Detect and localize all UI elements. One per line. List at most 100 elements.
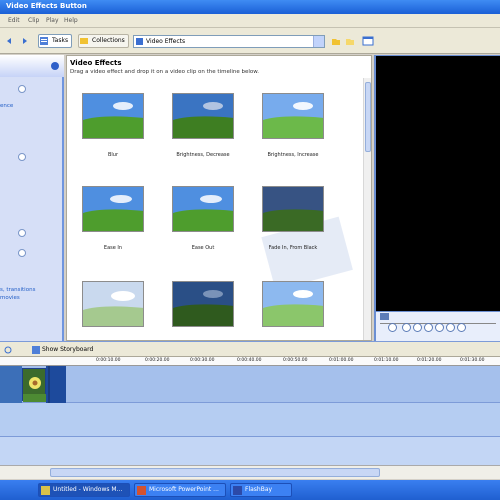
zoom-icon[interactable] [4, 346, 12, 354]
show-storyboard-button[interactable]: Show Storyboard [42, 346, 93, 353]
collapse-icon[interactable] [51, 62, 59, 70]
effect-label: Ease In [103, 245, 123, 251]
taskbar-item-label: Untitled - Windows M... [53, 486, 123, 493]
collections-icon [80, 38, 88, 44]
bliss-landscape-image [173, 94, 233, 138]
flashbay-icon [233, 486, 242, 495]
video-effects-icon [136, 38, 143, 45]
storyboard-icon [32, 346, 40, 354]
tasks-icon [40, 37, 48, 45]
effect-thumbnail[interactable] [262, 281, 324, 327]
chevron-down-icon[interactable] [313, 36, 324, 47]
menu-edit[interactable]: Edit [8, 17, 20, 24]
up-folder-icon[interactable] [330, 35, 342, 47]
ruler-tick: 0:01:00.00 [329, 358, 354, 363]
next-frame-button[interactable] [424, 323, 433, 332]
new-folder-icon[interactable] [344, 35, 356, 47]
redo-icon[interactable] [18, 35, 30, 47]
audio-track[interactable] [0, 403, 500, 437]
menu-bar: Edit Clip Play Help [0, 14, 500, 28]
expand-icon[interactable] [18, 229, 26, 237]
preview-screen [376, 56, 500, 311]
ruler-tick: 0:00:30.00 [190, 358, 215, 363]
fullscreen-button[interactable] [457, 323, 466, 332]
ruler-tick: 0:00:20.00 [145, 358, 170, 363]
powerpoint-icon [137, 486, 146, 495]
bliss-landscape-image [263, 282, 323, 326]
effect-thumbnail[interactable] [262, 186, 324, 232]
location-value: Video Effects [146, 38, 186, 45]
timeline-scrollbar[interactable] [0, 465, 500, 479]
pane-title: Video Effects [70, 59, 122, 67]
title-bar: Video Effects Button [0, 0, 500, 14]
stop-button[interactable] [402, 323, 411, 332]
pane-subtitle: Drag a video effect and drop it on a vid… [70, 69, 260, 75]
menu-play[interactable]: Play [46, 17, 59, 24]
timeline-ruler: 0:00:10.00 0:00:20.00 0:00:30.00 0:00:40… [0, 357, 500, 366]
scrollbar-thumb[interactable] [50, 468, 380, 477]
effect-thumbnail[interactable] [262, 93, 324, 139]
taskbar-item-flashbay[interactable]: FlashBay [230, 483, 292, 497]
location-combo[interactable]: Video Effects [133, 35, 325, 48]
bliss-landscape-image [83, 94, 143, 138]
playback-controls [376, 312, 500, 341]
bliss-landscape-image [173, 282, 233, 326]
task-pane-header [0, 55, 64, 77]
effect-thumbnail[interactable] [172, 281, 234, 327]
ruler-tick: 0:01:20.00 [417, 358, 442, 363]
task-link-transitions[interactable]: s, transitions [0, 287, 35, 293]
effect-label: Blur [107, 152, 119, 158]
bliss-landscape-image [173, 187, 233, 231]
video-track[interactable] [0, 366, 500, 466]
taskbar: Untitled - Windows M... Microsoft PowerP… [0, 480, 500, 500]
window-title: Video Effects Button [6, 2, 87, 10]
previous-frame-button[interactable] [413, 323, 422, 332]
ruler-tick: 0:01:30.00 [460, 358, 485, 363]
expand-icon[interactable] [18, 153, 26, 161]
taskbar-item-powerpoint[interactable]: Microsoft PowerPoint ... [134, 483, 226, 497]
taskbar-item-movie-maker[interactable]: Untitled - Windows M... [38, 483, 130, 497]
clip-thumbnail[interactable] [0, 366, 22, 403]
menu-clip[interactable]: Clip [28, 17, 39, 24]
effect-label: Brightness, Increase [267, 152, 319, 158]
task-pane: ence s, transitions movies [0, 55, 64, 341]
movie-maker-icon [41, 486, 50, 495]
play-button[interactable] [388, 323, 397, 332]
task-link-movies[interactable]: movies [0, 295, 20, 301]
effect-thumbnail[interactable] [82, 186, 144, 232]
effect-label: Brightness, Decrease [176, 152, 230, 158]
task-link-reference[interactable]: ence [0, 103, 13, 109]
preview-monitor [374, 55, 500, 341]
undo-icon[interactable] [4, 35, 16, 47]
effect-thumbnail[interactable] [172, 93, 234, 139]
effect-thumbnail[interactable] [172, 186, 234, 232]
taskbar-item-label: Microsoft PowerPoint ... [149, 486, 219, 493]
clip-thumbnail[interactable] [22, 368, 47, 402]
task-pane-body: ence s, transitions movies [0, 77, 62, 341]
effect-thumbnail[interactable] [82, 93, 144, 139]
effect-label: Ease Out [191, 245, 215, 251]
timeline-toolbar: Show Storyboard [0, 341, 500, 357]
expand-icon[interactable] [18, 249, 26, 257]
split-icon[interactable] [380, 313, 389, 320]
ruler-tick: 0:00:50.00 [283, 358, 308, 363]
taskbar-item-label: FlashBay [245, 486, 273, 493]
bliss-landscape-image [83, 282, 143, 326]
effect-label: Fade In, From Black [268, 245, 318, 251]
toolbar: Tasks Collections Video Effects [0, 28, 500, 54]
effect-thumbnail[interactable] [82, 281, 144, 327]
ruler-tick: 0:00:40.00 [237, 358, 262, 363]
bliss-landscape-image [263, 187, 323, 231]
collections-label: Collections [92, 37, 125, 44]
next-clip-button[interactable] [446, 323, 455, 332]
previous-clip-button[interactable] [435, 323, 444, 332]
views-icon[interactable] [362, 35, 374, 47]
effects-pane: Video Effects Drag a video effect and dr… [66, 55, 372, 341]
scrollbar-thumb[interactable] [365, 82, 371, 152]
vertical-scrollbar[interactable] [363, 78, 371, 340]
expand-icon[interactable] [18, 85, 26, 93]
ruler-tick: 0:00:10.00 [96, 358, 121, 363]
title-overlay-track[interactable] [0, 437, 500, 465]
bliss-landscape-image [263, 94, 323, 138]
menu-help[interactable]: Help [64, 17, 78, 24]
